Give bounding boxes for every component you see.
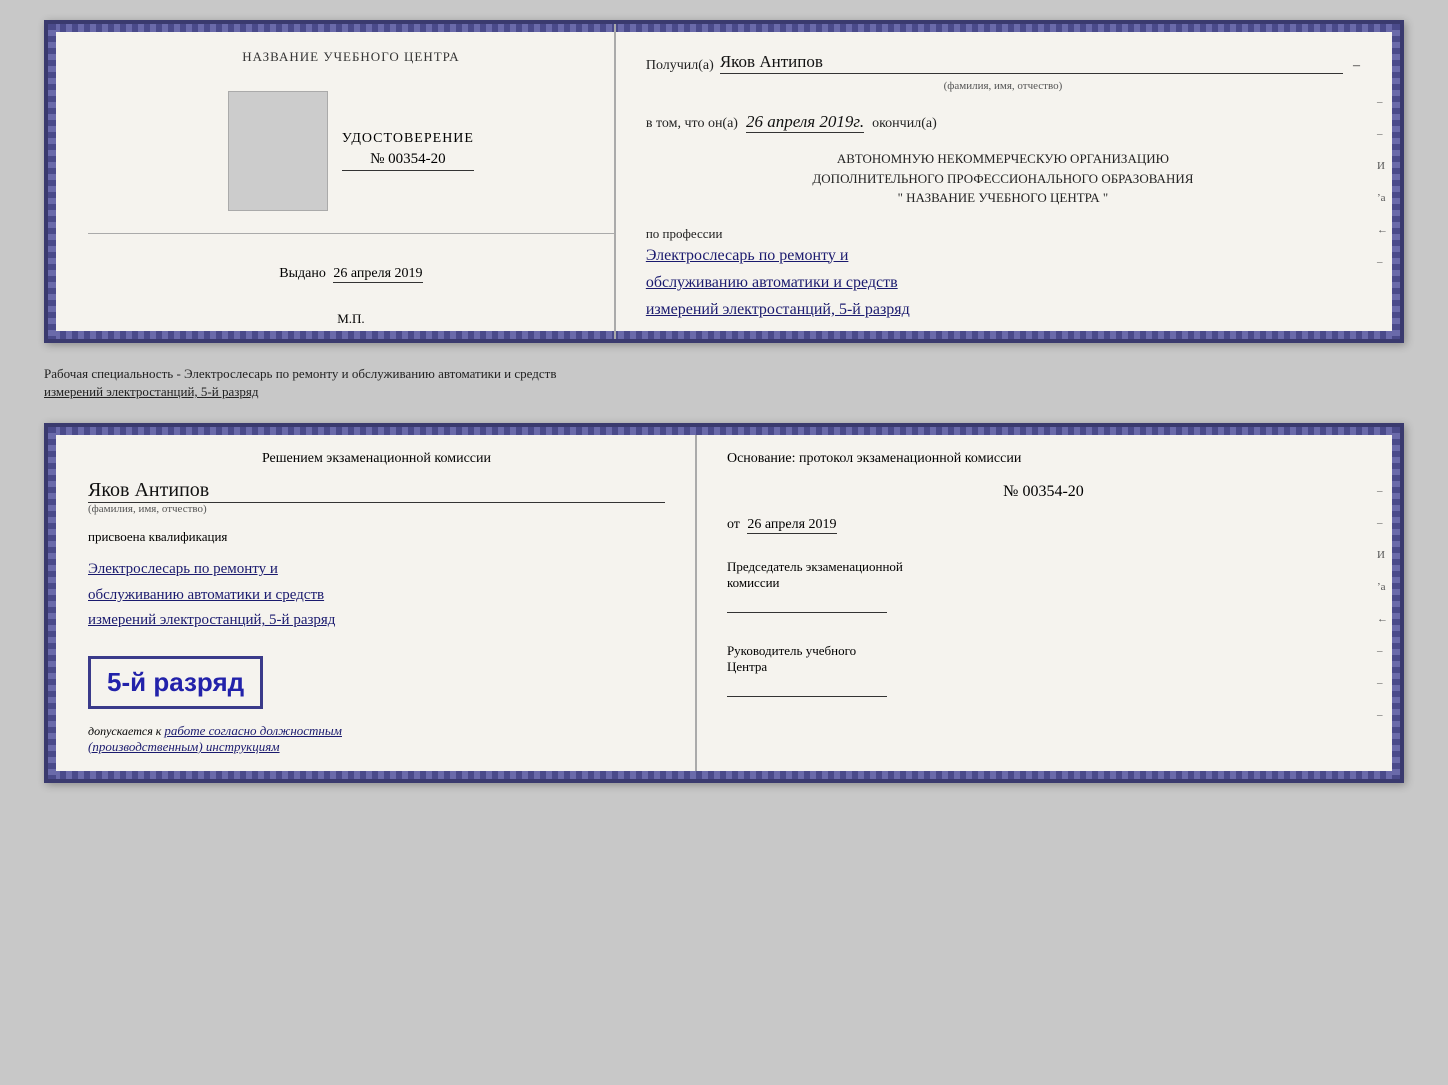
border-right-b [1392, 427, 1400, 779]
chairman-signature-line [727, 597, 887, 613]
qualification-lines: Электрослесарь по ремонту и обслуживанию… [88, 557, 665, 634]
org-block: АВТОНОМНУЮ НЕКОММЕРЧЕСКУЮ ОРГАНИЗАЦИЮ ДО… [646, 149, 1360, 208]
side-marks-top: – – И ʼа ← – [1377, 96, 1388, 268]
admission-text: допускается к работе согласно должностны… [88, 723, 665, 755]
cert-top-right: Получил(а) Яков Антипов – (фамилия, имя,… [616, 24, 1400, 339]
bottom-certificate: Решением экзаменационной комиссии Яков А… [44, 423, 1404, 783]
basis-label: Основание: протокол экзаменационной коми… [727, 451, 1360, 467]
top-certificate: НАЗВАНИЕ УЧЕБНОГО ЦЕНТРА УДОСТОВЕРЕНИЕ №… [44, 20, 1404, 343]
protocol-date: от 26 апреля 2019 [727, 517, 1360, 533]
cert-bottom-right: Основание: протокол экзаменационной коми… [697, 427, 1400, 779]
between-label: Рабочая специальность - Электрослесарь п… [44, 361, 1404, 405]
cert-top-left: НАЗВАНИЕ УЧЕБНОГО ЦЕНТРА УДОСТОВЕРЕНИЕ №… [48, 24, 616, 339]
completion-line: в том, что он(а) 26 апреля 2019г. окончи… [646, 112, 1360, 133]
head-signature-line [727, 681, 887, 697]
assigned-label: присвоена квалификация [88, 529, 665, 545]
side-marks-bottom: – – И ʼа ← – – – [1377, 485, 1388, 721]
profession-lines: Электрослесарь по ремонту и обслуживанию… [646, 242, 1360, 324]
protocol-number: № 00354-20 [727, 483, 1360, 501]
org-title-top: НАЗВАНИЕ УЧЕБНОГО ЦЕНТРА [222, 48, 479, 66]
border-left-b [48, 427, 56, 779]
recipient-line: Получил(а) Яков Антипов – [646, 52, 1360, 74]
border-right [1392, 24, 1400, 339]
head-block: Руководитель учебного Центра [727, 643, 1360, 697]
profession-block: по профессии Электрослесарь по ремонту и… [646, 226, 1360, 324]
photo-placeholder [228, 91, 328, 211]
document-container: НАЗВАНИЕ УЧЕБНОГО ЦЕНТРА УДОСТОВЕРЕНИЕ №… [44, 20, 1404, 783]
cert-number-section: УДОСТОВЕРЕНИЕ № 00354-20 [342, 131, 474, 171]
stamp: М.П. [337, 311, 364, 327]
issue-date: Выдано 26 апреля 2019 [279, 266, 422, 282]
rank-badge: 5-й разряд [88, 656, 263, 709]
recipient-bottom: Яков Антипов (фамилия, имя, отчество) [88, 479, 665, 515]
border-bottom-b [48, 771, 1400, 779]
cert-bottom-left: Решением экзаменационной комиссии Яков А… [48, 427, 697, 779]
chairman-block: Председатель экзаменационной комиссии [727, 559, 1360, 613]
commission-title: Решением экзаменационной комиссии [88, 451, 665, 467]
rank-badge-container: 5-й разряд [88, 650, 665, 709]
border-top-b [48, 427, 1400, 435]
